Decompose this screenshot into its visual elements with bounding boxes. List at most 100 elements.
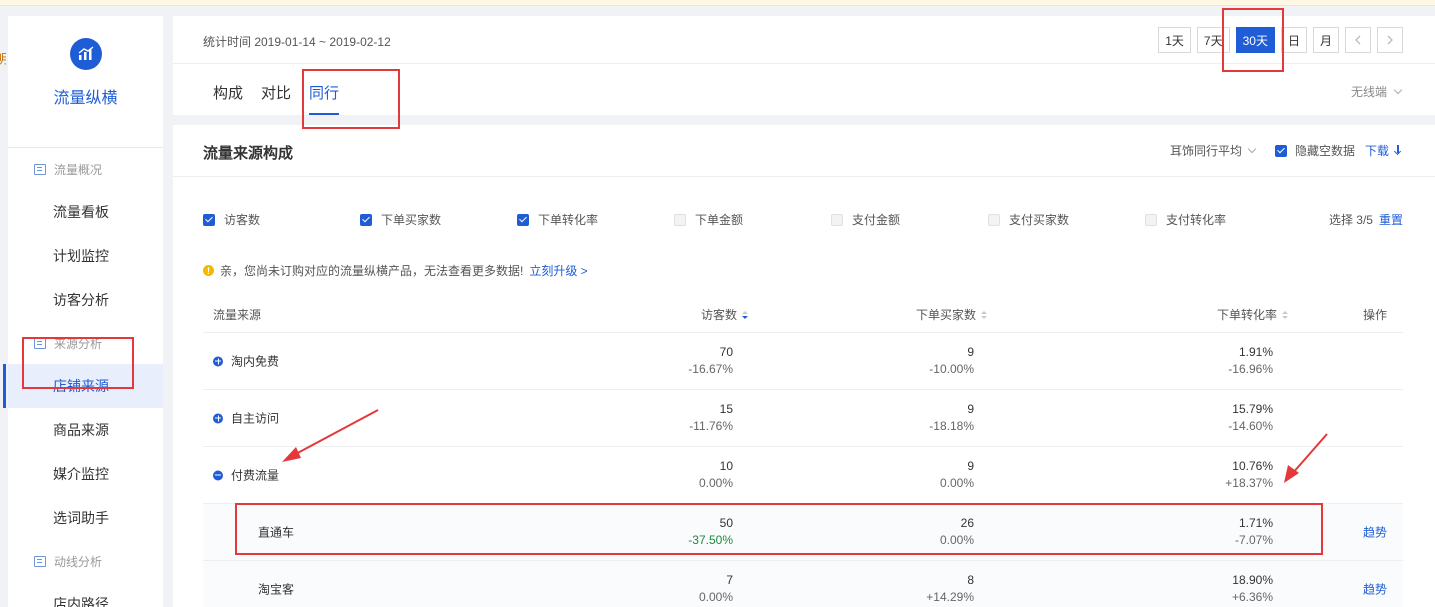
chart-logo-icon: [69, 38, 102, 70]
tab-composition[interactable]: 构成: [213, 82, 243, 115]
header-label: 下单转化率: [1216, 308, 1277, 322]
rate-value: 1.91%: [1238, 345, 1273, 359]
metric-label: 支付金额: [852, 213, 901, 227]
rate-delta: -14.60%: [1228, 419, 1273, 433]
sidebar-item-keyword-helper[interactable]: 选词助手: [8, 496, 163, 540]
range-30day-button[interactable]: 30天: [1235, 27, 1275, 53]
checkbox-unchecked-icon[interactable]: [674, 213, 686, 226]
hide-empty-label: 隐藏空数据: [1294, 144, 1355, 158]
metric-order-rate[interactable]: 下单转化率: [517, 211, 598, 228]
sidebar-item-shop-source[interactable]: 店铺来源: [3, 364, 163, 408]
range-7day-button[interactable]: 7天: [1196, 27, 1230, 53]
source-name: 淘宝客: [258, 582, 295, 597]
checkbox-checked-icon[interactable]: [203, 213, 215, 226]
rate-delta: +18.37%: [1225, 476, 1273, 490]
header-visitors[interactable]: 访客数: [701, 306, 748, 323]
sort-icon[interactable]: [1282, 310, 1288, 319]
trend-button[interactable]: 趋势: [1363, 524, 1387, 541]
rate-value: 15.79%: [1232, 402, 1273, 416]
metric-pay-amount[interactable]: 支付金额: [831, 211, 900, 228]
source-name: 直通车: [258, 525, 295, 540]
buyers-cell: 9 0.00%: [940, 458, 974, 492]
document-icon: [34, 163, 46, 175]
content-header: 流量来源构成 耳饰同行平均 隐藏空数据 下载: [173, 125, 1435, 177]
compare-select[interactable]: 耳饰同行平均: [1169, 142, 1257, 159]
rate-value: 1.71%: [1238, 516, 1273, 530]
header-label: 下单买家数: [915, 308, 976, 322]
traffic-source-table: 流量来源 访客数 下单买家数 下单转化率 操作 淘内免费 70 -16.67% 9…: [203, 293, 1403, 607]
sidebar-item-store-path[interactable]: 店内路径: [8, 582, 163, 607]
checkbox-checked-icon[interactable]: [360, 213, 372, 226]
metric-visitors[interactable]: 访客数: [203, 211, 260, 228]
compare-select-value: 耳饰同行平均: [1169, 144, 1242, 158]
top-notice-bar: [0, 0, 1435, 6]
range-month-button[interactable]: 月: [1312, 27, 1339, 53]
metric-pay-rate[interactable]: 支付转化率: [1145, 211, 1226, 228]
rate-cell: 1.71% -7.07%: [1235, 515, 1273, 549]
header-panel: 统计时间 2019-01-14 ~ 2019-02-12 1天 7天 30天 日…: [173, 16, 1435, 115]
sort-desc-icon[interactable]: [742, 310, 748, 319]
upgrade-link[interactable]: 立刻升级 >: [529, 262, 587, 279]
visitors-value: 10: [719, 459, 733, 473]
sidebar-item-product-source[interactable]: 商品来源: [8, 408, 163, 452]
trend-button[interactable]: 趋势: [1363, 581, 1387, 598]
edge-clipped-text: 明: [0, 50, 6, 67]
metric-label: 下单买家数: [381, 213, 442, 227]
buyers-delta: 0.00%: [939, 476, 974, 490]
rate-cell: 18.90% +6.36%: [1232, 572, 1273, 606]
sidebar-item-visitor-analysis[interactable]: 访客分析: [8, 278, 163, 322]
visitors-delta: -11.76%: [689, 419, 733, 433]
tab-peers[interactable]: 同行: [309, 82, 340, 115]
device-select[interactable]: 无线端: [1351, 83, 1403, 100]
range-day-button[interactable]: 日: [1280, 27, 1307, 53]
sort-icon[interactable]: [981, 310, 987, 319]
tab-compare[interactable]: 对比: [261, 82, 291, 115]
visitors-cell: 50 -37.50%: [688, 515, 733, 549]
hide-empty-toggle[interactable]: 隐藏空数据: [1274, 142, 1355, 159]
metric-pay-buyers[interactable]: 支付买家数: [988, 211, 1069, 228]
section-title: 流量来源构成: [203, 145, 294, 162]
section-label: 动线分析: [54, 554, 103, 569]
sidebar-item-media-monitor[interactable]: 媒介监控: [8, 452, 163, 496]
table-header: 流量来源 访客数 下单买家数 下单转化率 操作: [203, 293, 1403, 333]
time-row: 统计时间 2019-01-14 ~ 2019-02-12 1天 7天 30天 日…: [173, 16, 1435, 64]
header-order-rate[interactable]: 下单转化率: [1217, 306, 1288, 323]
header-order-buyers[interactable]: 下单买家数: [916, 306, 987, 323]
rate-value: 18.90%: [1232, 573, 1273, 587]
expand-plus-icon[interactable]: [213, 356, 223, 366]
brand: 流量纵横: [8, 38, 163, 148]
source-name: 淘内免费: [231, 354, 280, 369]
visitors-delta: 0.00%: [698, 590, 733, 604]
buyers-cell: 26 0.00%: [940, 515, 974, 549]
visitors-cell: 15 -11.76%: [689, 401, 733, 435]
checkbox-unchecked-icon[interactable]: [831, 213, 843, 226]
next-period-button[interactable]: [1377, 27, 1403, 53]
chevron-left-icon: [1355, 35, 1361, 45]
source-cell: 自主访问: [213, 410, 279, 427]
checkbox-unchecked-icon[interactable]: [1145, 213, 1157, 226]
range-1day-button[interactable]: 1天: [1158, 27, 1191, 53]
metric-order-amount[interactable]: 下单金额: [674, 211, 743, 228]
expand-plus-icon[interactable]: [213, 413, 223, 423]
section-label: 来源分析: [54, 336, 103, 351]
source-name: 自主访问: [231, 411, 280, 426]
stat-time-label: 统计时间 2019-01-14 ~ 2019-02-12: [203, 35, 391, 49]
sidebar-item-traffic-board[interactable]: 流量看板: [8, 190, 163, 234]
sidebar-section-source: 来源分析: [8, 322, 163, 364]
checkbox-checked-icon[interactable]: [517, 213, 529, 226]
reset-button[interactable]: 重置: [1379, 211, 1403, 228]
buyers-cell: 8 +14.29%: [926, 572, 974, 606]
sidebar-item-plan-monitor[interactable]: 计划监控: [8, 234, 163, 278]
checkbox-checked-icon[interactable]: [1274, 144, 1287, 157]
buyers-value: 9: [967, 345, 974, 359]
visitors-value: 15: [719, 402, 733, 416]
prev-period-button[interactable]: [1345, 27, 1371, 53]
checkbox-unchecked-icon[interactable]: [988, 213, 1000, 226]
collapse-minus-icon[interactable]: [213, 470, 223, 480]
range-buttons: 1天 7天 30天 日 月: [1158, 27, 1403, 53]
metric-order-buyers[interactable]: 下单买家数: [360, 211, 441, 228]
buyers-value: 9: [967, 459, 974, 473]
metric-label: 访客数: [224, 213, 261, 227]
download-button[interactable]: 下载: [1365, 142, 1403, 159]
rate-cell: 10.76% +18.37%: [1225, 458, 1273, 492]
